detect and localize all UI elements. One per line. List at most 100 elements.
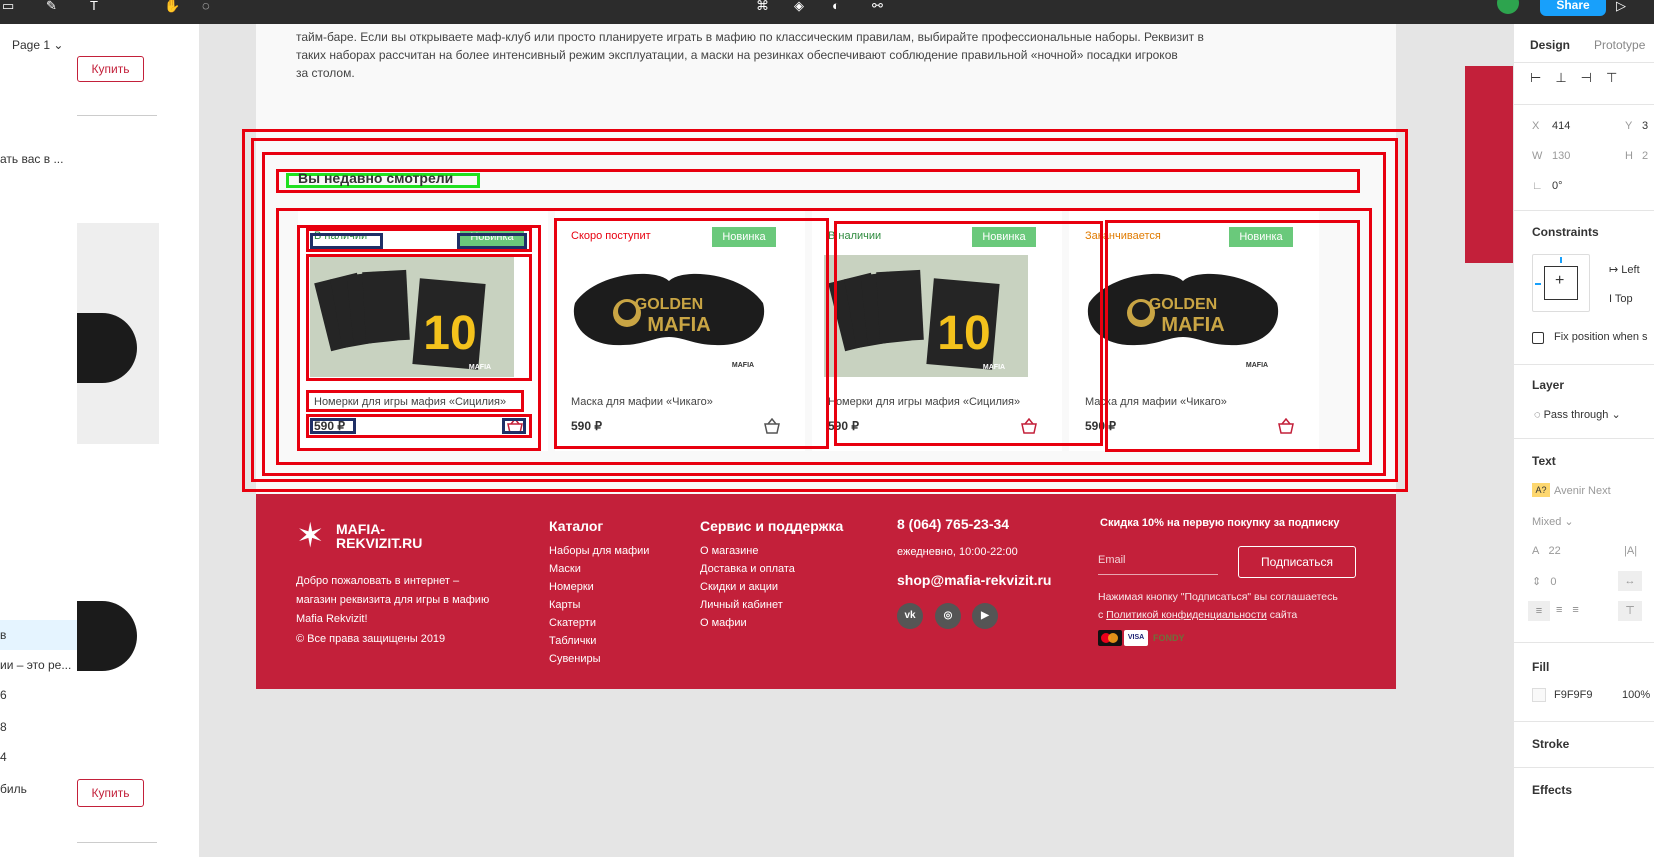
fill-swatch[interactable] [1532, 688, 1546, 702]
figma-toolbar: ▭ ✎ T ✋ ◌ ⌘ ◈ ◐ ⚯ Share ▷ [0, 0, 1654, 24]
layer-item[interactable]: ать вас в ... [0, 152, 63, 166]
title-selection [306, 390, 524, 412]
h-label: H [1625, 150, 1633, 162]
footer-link[interactable]: Скатерти [549, 614, 649, 632]
design-panel: Design Prototype ⊢⊥⊣⊤ X 414 Y 3 W 130 H … [1513, 24, 1654, 857]
align-top-icon[interactable]: ⊤ [1618, 601, 1642, 621]
consent-text: Нажимая кнопку "Подписаться" вы соглашае… [1098, 591, 1338, 621]
components-icon[interactable]: ◈ [794, 0, 804, 14]
youtube-icon[interactable]: ▶ [972, 603, 998, 629]
footer-welcome: Добро пожаловать в интернет – магазин ре… [296, 575, 490, 625]
blend-mode-select[interactable]: ◌ Pass through ⌄ [1534, 408, 1621, 421]
frame-tool-icon[interactable]: ▭ [2, 0, 14, 14]
y-label: Y [1625, 120, 1633, 132]
h-input[interactable]: 2 [1642, 150, 1648, 162]
link-icon[interactable]: ⚯ [872, 0, 883, 14]
line-height-input[interactable]: A 22 [1532, 545, 1561, 557]
font-family-select[interactable]: Avenir Next [1554, 485, 1611, 497]
canvas-left-fragment: Купить Купить [77, 24, 200, 857]
letter-spacing-icon[interactable]: |A| [1624, 545, 1637, 557]
user-avatar[interactable] [1497, 0, 1519, 14]
badge-selection [457, 233, 527, 249]
rotation-input[interactable]: 0° [1552, 180, 1563, 192]
text-align-icons[interactable]: ≡≡ [1556, 604, 1589, 616]
footer-link[interactable]: Наборы для мафии [549, 542, 649, 560]
layer-item[interactable]: 4 [0, 750, 7, 764]
comment-tool-icon[interactable]: ◌ [202, 0, 210, 14]
component-icon[interactable]: ⌘ [756, 0, 769, 14]
page-selector[interactable]: Page 1 ⌄ [12, 38, 63, 52]
fill-opacity-input[interactable]: 100% [1622, 689, 1650, 701]
phone-number[interactable]: 8 (064) 765-23-34 [897, 516, 1009, 532]
layer-item[interactable]: ии – это ре... [0, 658, 71, 672]
hand-tool-icon[interactable]: ✋ [164, 0, 180, 14]
tab-prototype[interactable]: Prototype [1594, 38, 1645, 52]
product-image-mask-partial [77, 581, 159, 731]
fix-position-label: Fix position when s [1554, 331, 1648, 343]
image-selection [306, 254, 532, 381]
catalog-links: Наборы для мафии Маски Номерки Карты Ска… [549, 542, 649, 668]
text-title: Text [1532, 454, 1556, 468]
align-left-icon[interactable]: ≡ [1528, 601, 1550, 621]
logo-text: MAFIA-REKVIZIT.RU [336, 521, 423, 551]
card-selection [1105, 220, 1360, 452]
mask-icon[interactable]: ◐ [832, 0, 840, 14]
x-input[interactable]: 414 [1552, 120, 1570, 132]
fill-hex-input[interactable]: F9F9F9 [1554, 689, 1593, 701]
layer-item[interactable]: в [0, 628, 6, 642]
footer-logo[interactable]: ✶ MAFIA-REKVIZIT.RU [296, 516, 426, 558]
text-tool-icon[interactable]: T [90, 0, 98, 14]
contact-email[interactable]: shop@mafia-rekvizit.ru [897, 572, 1051, 588]
w-input[interactable]: 130 [1552, 150, 1570, 162]
footer-link[interactable]: Маски [549, 560, 649, 578]
layer-item[interactable]: биль [0, 782, 27, 796]
footer-link[interactable]: Карты [549, 596, 649, 614]
site-footer: ✶ MAFIA-REKVIZIT.RU Добро пожаловать в и… [256, 494, 1396, 689]
price-selection [310, 418, 356, 434]
privacy-policy-link[interactable]: Политикой конфиденциальности [1106, 609, 1267, 621]
footer-link[interactable]: Личный кабинет [700, 596, 795, 614]
footer-link[interactable]: Скидки и акции [700, 578, 795, 596]
w-label: W [1532, 150, 1543, 162]
mask-image [77, 601, 137, 671]
catalog-title: Каталог [549, 518, 604, 534]
constraint-vertical[interactable]: I Top [1609, 293, 1633, 305]
auto-width-icon[interactable]: ↔ [1618, 571, 1642, 591]
footer-link[interactable]: О магазине [700, 542, 795, 560]
card-selection [554, 218, 829, 449]
copyright: © Все права защищены 2019 [296, 633, 446, 645]
fix-position-checkbox[interactable] [1532, 332, 1544, 344]
instagram-icon[interactable]: ◎ [935, 603, 961, 629]
footer-link[interactable]: Сувениры [549, 650, 649, 668]
share-button[interactable]: Share [1540, 0, 1606, 16]
align-tools[interactable]: ⊢⊥⊣⊤ [1530, 70, 1631, 86]
missing-font-icon: A? [1532, 483, 1550, 497]
constraint-horizontal[interactable]: ↦ Left [1609, 263, 1640, 276]
y-input[interactable]: 3 [1642, 120, 1648, 132]
visa-icon: VISA [1124, 630, 1148, 646]
service-title: Сервис и поддержка [700, 518, 844, 534]
subscribe-button[interactable]: Подписаться [1238, 546, 1356, 578]
vk-icon[interactable]: vk [897, 603, 923, 629]
card-selection [834, 221, 1103, 446]
footer-link[interactable]: Доставка и оплата [700, 560, 795, 578]
divider [77, 115, 157, 116]
font-weight-select[interactable]: Mixed ⌄ [1532, 515, 1574, 528]
mastercard-icon [1098, 630, 1122, 646]
divider [77, 842, 157, 843]
layer-item[interactable]: 8 [0, 720, 7, 734]
buy-button[interactable]: Купить [77, 779, 144, 807]
constraints-widget[interactable]: + [1532, 254, 1590, 312]
footer-link[interactable]: О мафии [700, 614, 795, 632]
footer-link[interactable]: Таблички [549, 632, 649, 650]
constraints-title: Constraints [1532, 225, 1599, 239]
stroke-title: Stroke [1532, 737, 1570, 751]
pen-tool-icon[interactable]: ✎ [46, 0, 57, 14]
footer-link[interactable]: Номерки [549, 578, 649, 596]
tab-design[interactable]: Design [1530, 38, 1570, 52]
email-field[interactable]: Email [1098, 549, 1218, 575]
buy-button[interactable]: Купить [77, 56, 144, 82]
present-icon[interactable]: ▷ [1616, 0, 1626, 14]
layer-item[interactable]: 6 [0, 688, 7, 702]
paragraph-spacing-input[interactable]: ⇕ 0 [1532, 575, 1557, 588]
